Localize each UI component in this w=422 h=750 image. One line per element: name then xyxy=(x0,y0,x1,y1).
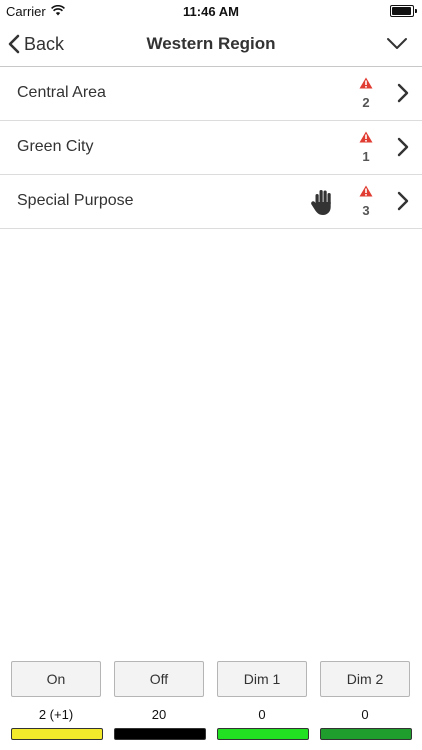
on-button[interactable]: On xyxy=(11,661,101,697)
on-color-bar xyxy=(11,728,103,740)
warning-icon xyxy=(359,131,373,143)
off-color-bar xyxy=(114,728,206,740)
region-list: Central Area 2 Green City 1 Special Purp… xyxy=(0,67,422,229)
off-button[interactable]: Off xyxy=(114,661,204,697)
navigation-bar: Back Western Region xyxy=(0,22,422,67)
list-item-label: Central Area xyxy=(17,84,106,101)
chevron-right-icon xyxy=(397,137,409,157)
list-item-central-area[interactable]: Central Area 2 xyxy=(0,67,422,121)
dim-2-button[interactable]: Dim 2 xyxy=(320,661,410,697)
dim-2-count: 0 xyxy=(361,707,369,722)
dim-1-button[interactable]: Dim 1 xyxy=(217,661,307,697)
alert-indicator: 3 xyxy=(358,184,374,218)
chevron-right-icon xyxy=(397,83,409,103)
chevron-down-icon xyxy=(387,38,407,49)
alert-count: 3 xyxy=(362,203,370,218)
alert-count: 1 xyxy=(362,149,370,164)
mode-panel: On Off Dim 1 Dim 2 2 (+1) 20 0 0 xyxy=(0,660,422,750)
status-time: 11:46 AM xyxy=(183,4,239,19)
warning-icon xyxy=(359,185,373,197)
alert-indicator: 1 xyxy=(358,130,374,164)
hand-stop-icon xyxy=(311,190,331,215)
alert-count: 2 xyxy=(362,95,370,110)
dim-2-color-bar xyxy=(320,728,412,740)
dropdown-button[interactable] xyxy=(386,34,408,54)
alert-indicator: 2 xyxy=(358,76,374,110)
on-count: 2 (+1) xyxy=(38,707,74,722)
dim-1-color-bar xyxy=(217,728,309,740)
status-bar: Carrier 11:46 AM xyxy=(0,0,422,22)
dim-1-count: 0 xyxy=(258,707,266,722)
page-title: Western Region xyxy=(146,34,276,53)
list-item-label: Special Purpose xyxy=(17,192,134,209)
list-item-green-city[interactable]: Green City 1 xyxy=(0,121,422,175)
list-item-special-purpose[interactable]: Special Purpose 3 xyxy=(0,175,422,229)
warning-icon xyxy=(359,77,373,89)
off-count: 20 xyxy=(151,707,167,722)
list-item-label: Green City xyxy=(17,138,94,155)
battery-icon xyxy=(390,5,417,17)
chevron-right-icon xyxy=(397,191,409,211)
